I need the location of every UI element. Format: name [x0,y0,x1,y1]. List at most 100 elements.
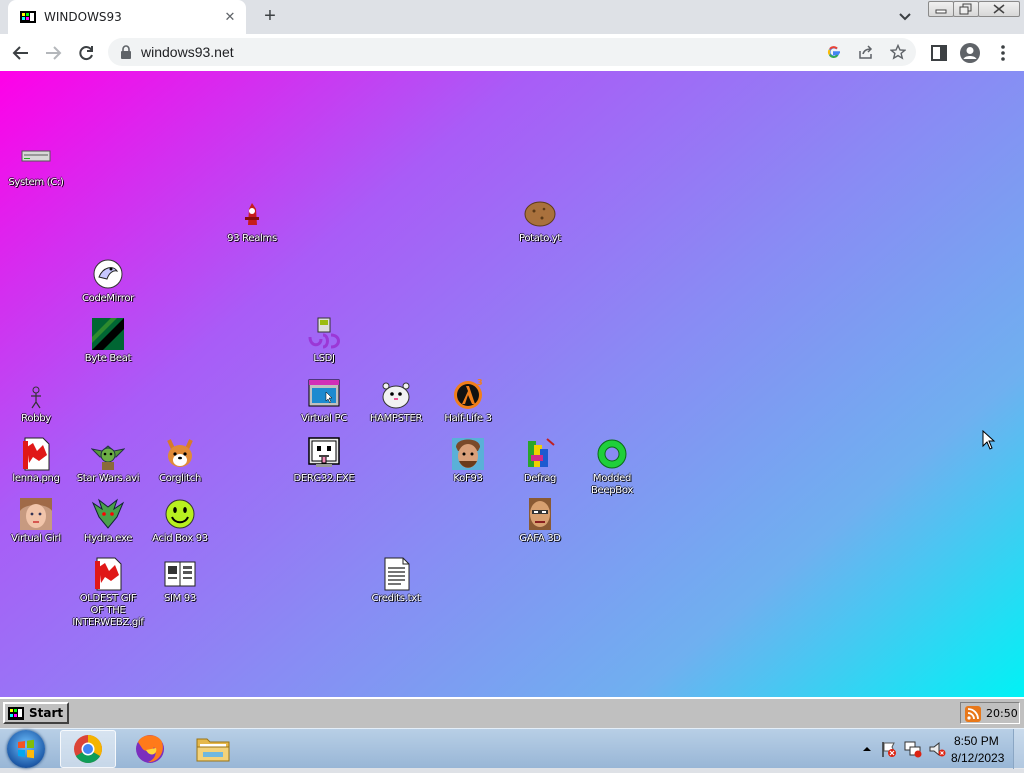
icon-label: KoF93 [453,473,483,484]
windows7-taskbar: 8:50 PM 8/12/2023 [0,728,1024,769]
url-text: windows93.net [141,44,234,60]
forward-arrow-icon[interactable] [42,42,64,64]
windows93-favicon-icon [20,11,36,23]
desktop-icon-byte-beat[interactable]: Byte Beat [72,317,144,365]
lock-icon [121,45,131,59]
taskbar-chrome-app[interactable] [60,730,116,768]
codemirror-icon [91,257,125,291]
show-hidden-icons-chevron-icon[interactable] [862,744,872,754]
windows93-logo-icon [8,707,24,720]
reload-icon[interactable] [75,42,97,64]
desktop-icon-codemirror[interactable]: CodeMirror [72,257,144,305]
desktop-icon-half-life-3[interactable]: 3 Half-Life 3 [432,377,504,425]
network-icon[interactable] [904,740,922,758]
back-arrow-icon[interactable] [10,42,32,64]
taskbar-firefox-app[interactable] [122,730,178,768]
smiley-icon [163,497,197,531]
close-window-button[interactable] [978,1,1020,17]
desktop-icon-star-wars-avi[interactable]: Star Wars.avi [72,437,144,485]
icon-label: Hydra.exe [83,533,133,544]
tab-search-chevron-icon[interactable] [896,8,914,26]
desktop-icon-virtual-pc[interactable]: Virtual PC [288,377,360,425]
icon-label: Credits.txt [371,593,421,604]
icon-label: Defrag [523,473,557,484]
volume-muted-icon[interactable] [928,740,946,758]
desktop-icon-system-c[interactable]: System (C:) [0,141,72,189]
rss-icon[interactable] [965,706,981,722]
browser-toolbar: windows93.net [0,34,1024,72]
minimize-button[interactable] [928,1,954,17]
icon-label: lenna.png [12,473,60,484]
desktop-icon-lenna-png[interactable]: lenna.png [0,437,72,485]
taskbar-explorer-app[interactable] [185,730,241,768]
action-center-flag-icon[interactable] [880,740,896,758]
derg-icon [307,437,341,471]
desktop-icon-potato-yt[interactable]: Potato.yt [504,197,576,245]
icon-label: System (C:) [8,177,64,188]
desktop-icon-modded-beepbox[interactable]: Modded BeepBox [576,437,648,497]
new-tab-button[interactable]: + [258,6,282,28]
browser-tab-strip: WINDOWS93 ✕ + [0,0,1024,34]
show-desktop-button[interactable] [1013,729,1024,769]
icon-label: Modded BeepBox [590,473,633,496]
profile-avatar-icon[interactable] [959,42,981,64]
defrag-icon [523,437,557,471]
mouse-cursor-icon [982,430,996,450]
chrome-icon [74,735,102,763]
desktop-icon-93-realms[interactable]: 93 Realms [216,197,288,245]
share-icon[interactable] [858,44,874,60]
desktop-icon-derg32-exe[interactable]: DERG32.EXE [288,437,360,485]
desktop-icon-robby[interactable]: Robby [0,377,72,425]
icon-label: HAMPSTER [369,413,423,424]
address-bar[interactable]: windows93.net [108,38,916,66]
icon-label: Robby [21,413,51,424]
desktop-icon-hampster[interactable]: HAMPSTER [360,377,432,425]
google-icon[interactable] [826,44,842,60]
icon-label: Half-Life 3 [444,413,492,424]
desktop-icon-corglitch[interactable]: Corglitch [144,437,216,485]
windows-start-orb[interactable] [7,730,45,768]
windows93-tray: 20:50 [960,702,1020,724]
desktop-icon-gafa-3d[interactable]: GAFA 3D [504,497,576,545]
yoda-icon [90,437,126,471]
icon-label: Corglitch [159,473,201,484]
text-file-icon [379,557,413,591]
minimize-icon [935,9,947,14]
image-file-icon [19,437,53,471]
desktop-icon-oldest-gif[interactable]: OLDEST GIF OF THE INTERWEBZ.gif [72,557,144,629]
desktop-icon-virtual-girl[interactable]: Virtual Girl [0,497,72,545]
side-panel-icon[interactable] [928,42,950,64]
desktop-icon-sim-93[interactable]: SIM 93 [144,557,216,605]
icon-label: 93 Realms [227,233,277,244]
system-clock-date[interactable]: 8/12/2023 [951,751,1004,765]
icon-label: LSDJ [313,353,335,364]
gif-file-icon [91,557,125,591]
start-label: Start [29,706,64,720]
bookmark-star-icon[interactable] [890,44,906,60]
menu-kebab-icon[interactable] [992,42,1014,64]
icon-label: OLDEST GIF OF THE INTERWEBZ.gif [72,593,144,628]
desktop-icon-defrag[interactable]: Defrag [504,437,576,485]
desktop-icon-acid-box-93[interactable]: Acid Box 93 [144,497,216,545]
tab-close-icon[interactable]: ✕ [222,9,238,25]
desktop-icon-hydra-exe[interactable]: Hydra.exe [72,497,144,545]
system-clock-time[interactable]: 8:50 PM [954,734,999,748]
realms-icon [235,197,269,231]
windows93-desktop[interactable]: System (C:) 93 Realms Potato.yt CodeMirr… [0,71,1024,697]
icon-label: Acid Box 93 [152,533,208,544]
desktop-icon-kof93[interactable]: KoF93 [432,437,504,485]
browser-tab[interactable]: WINDOWS93 ✕ [8,0,246,34]
kof-icon [451,437,485,471]
start-button[interactable]: Start [3,702,69,724]
icon-label: Star Wars.avi [76,473,140,484]
icon-label: Byte Beat [84,353,132,364]
virtualgirl-icon [19,497,53,531]
restore-button[interactable] [953,1,979,17]
tab-title: WINDOWS93 [44,10,122,24]
virtualpc-icon [307,377,341,411]
close-icon [993,4,1005,14]
beepbox-icon [595,437,629,471]
desktop-icon-lsdj[interactable]: LSDJ [288,317,360,365]
desktop-icon-credits-txt[interactable]: Credits.txt [360,557,432,605]
windows-logo-icon [18,739,34,759]
